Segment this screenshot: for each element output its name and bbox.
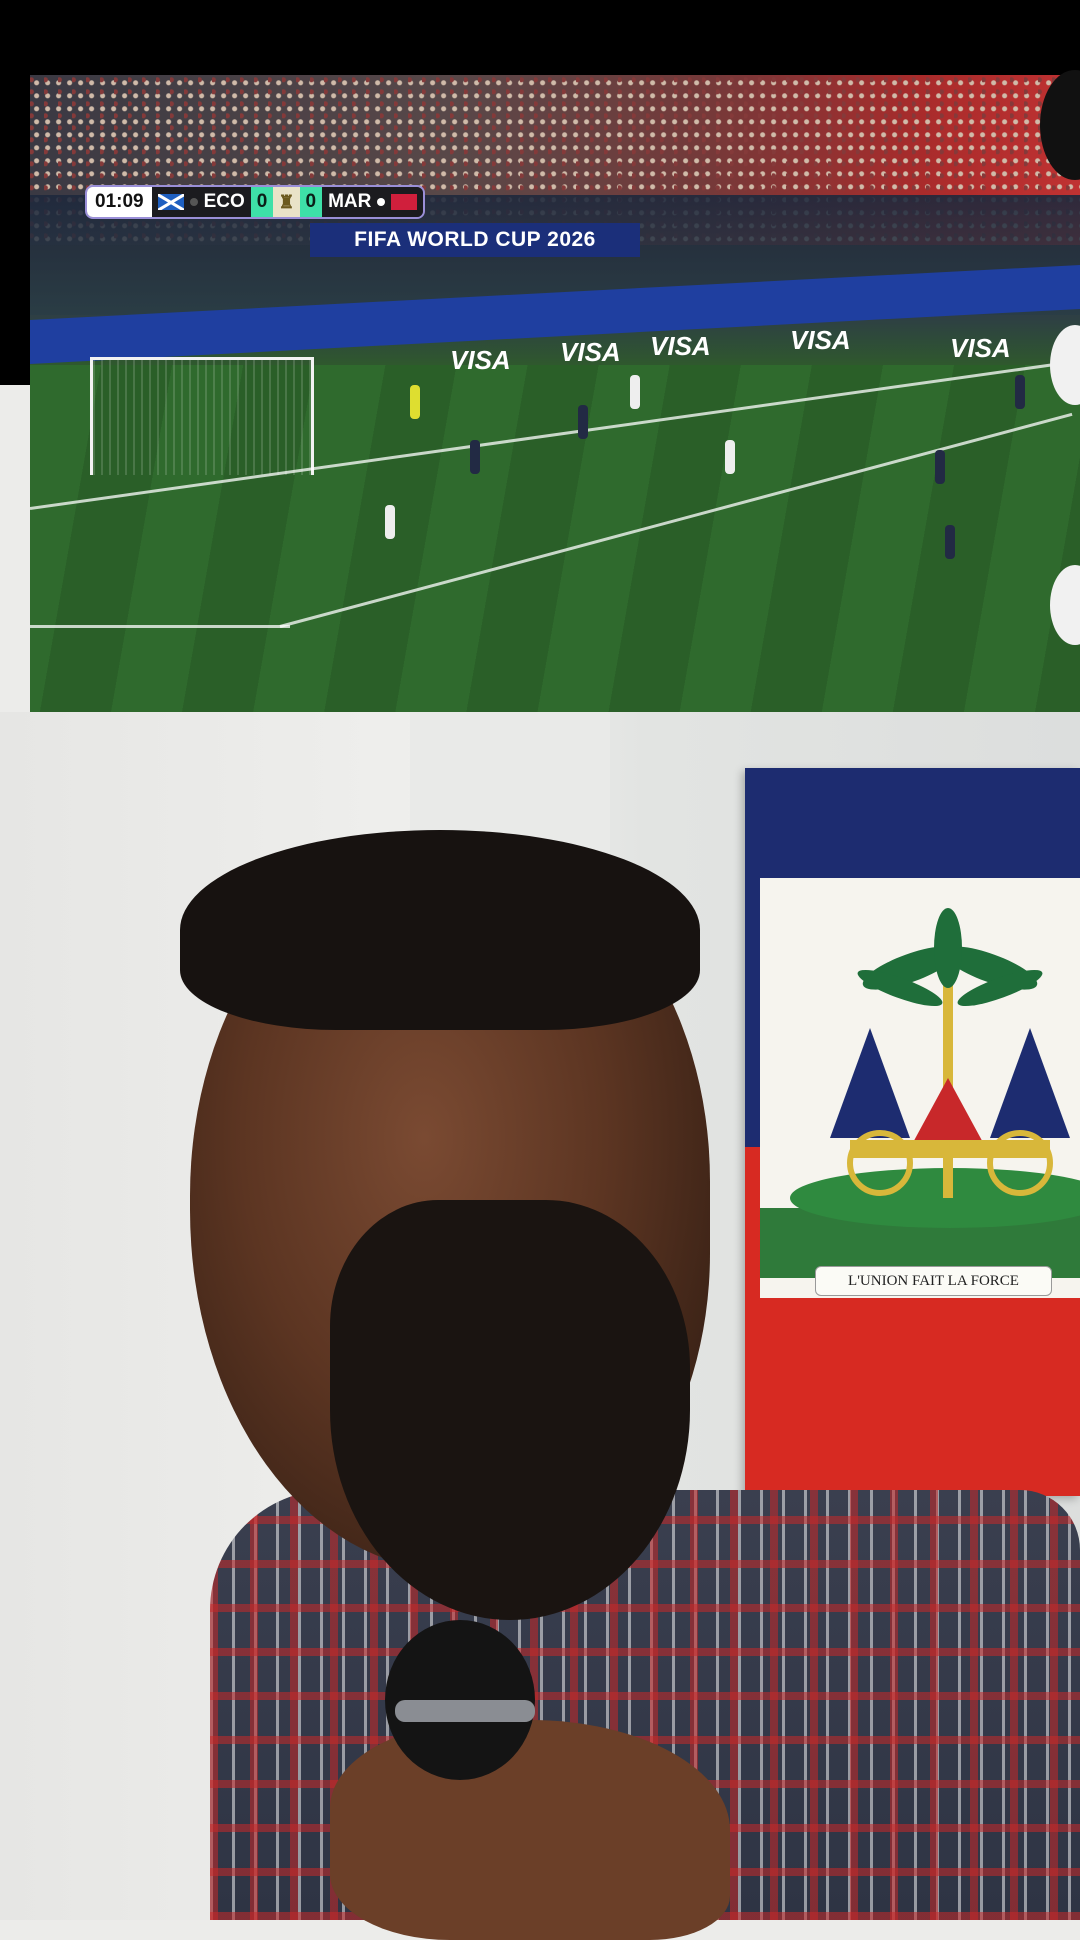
home-score: 0 xyxy=(250,187,274,217)
haiti-flag: L'UNION FAIT LA FORCE xyxy=(745,768,1080,1496)
player xyxy=(1015,375,1025,409)
trophy-icon: ♜ xyxy=(273,187,300,217)
away-dot-icon xyxy=(377,198,386,206)
away-score: 0 xyxy=(299,187,323,217)
goalkeeper xyxy=(410,385,420,419)
player xyxy=(945,525,955,559)
coat-of-arms-icon xyxy=(760,908,1080,1278)
scorebug: 01:09 ECO 0 ♜ 0 MAR xyxy=(85,185,426,219)
person-hair xyxy=(180,830,700,1030)
microphone-ring xyxy=(395,1700,535,1722)
home-team: ECO xyxy=(151,187,251,217)
match-clock: 01:09 xyxy=(87,187,152,217)
player xyxy=(630,375,640,409)
player xyxy=(725,440,735,474)
player xyxy=(470,440,480,474)
scotland-flag-icon xyxy=(157,194,184,210)
person-beard xyxy=(330,1200,690,1620)
ad-visa-5: VISA xyxy=(950,333,1011,363)
ad-visa-3: VISA xyxy=(650,331,711,361)
home-dot-icon xyxy=(189,198,198,206)
flag-coat-of-arms-panel xyxy=(760,878,1080,1298)
morocco-flag-icon xyxy=(391,194,418,210)
player xyxy=(578,405,588,439)
away-team-name: MAR xyxy=(328,191,372,212)
ad-visa-2: VISA xyxy=(560,337,621,367)
player xyxy=(385,505,395,539)
ad-visa-1: VISA xyxy=(450,345,511,375)
pitch-line xyxy=(30,625,290,628)
away-team: MAR xyxy=(322,187,424,217)
ad-visa-4: VISA xyxy=(790,325,851,355)
person-hand xyxy=(330,1720,730,1940)
match-video[interactable]: FIFA WORLD CUP 2026 VISA VISA VISA VISA … xyxy=(30,75,1080,712)
world-cup-banner: FIFA WORLD CUP 2026 xyxy=(310,223,640,257)
flag-motto: L'UNION FAIT LA FORCE xyxy=(815,1266,1052,1296)
home-team-name: ECO xyxy=(203,191,245,212)
goal-net xyxy=(90,357,314,475)
player xyxy=(935,450,945,484)
